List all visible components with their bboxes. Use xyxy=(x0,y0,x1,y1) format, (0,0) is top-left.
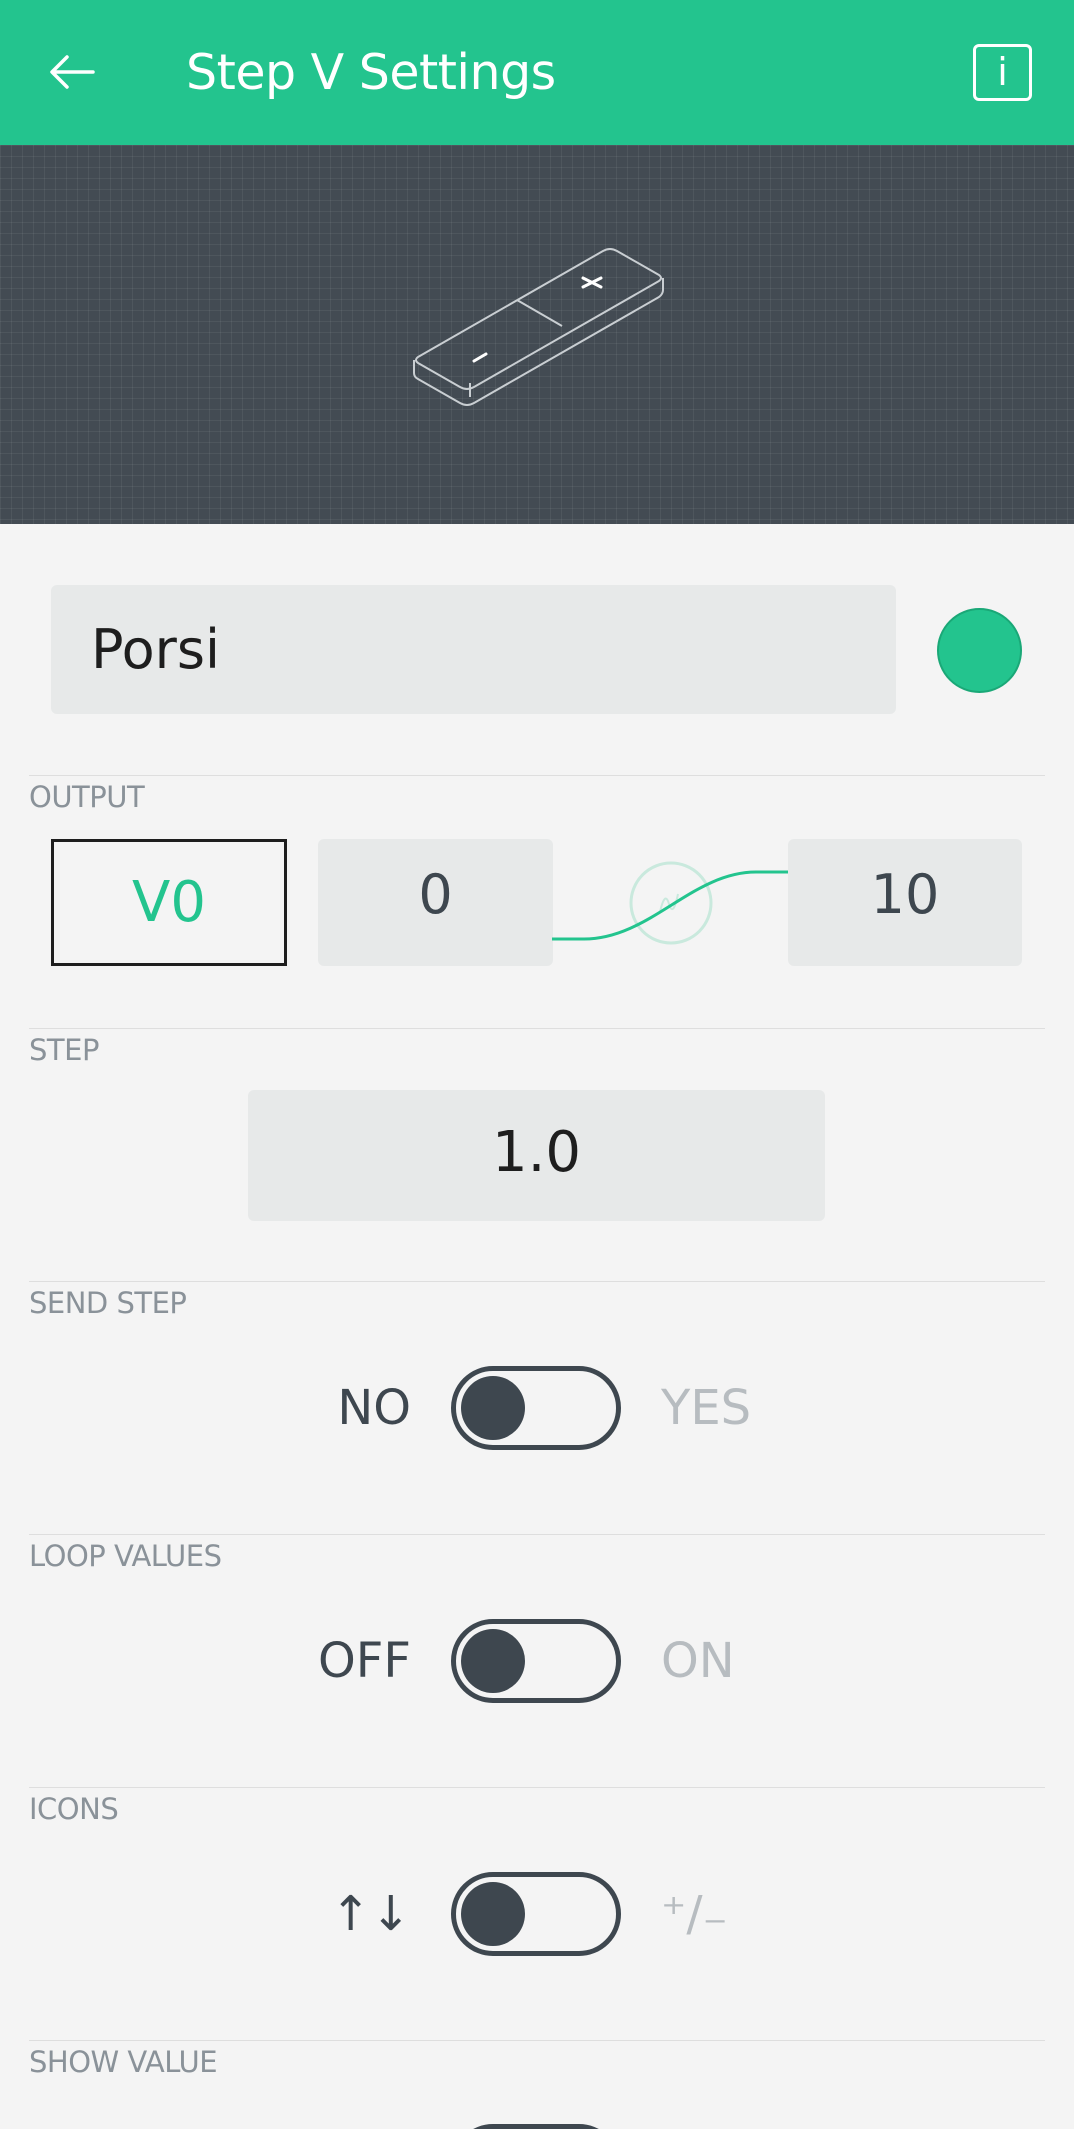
color-picker-button[interactable] xyxy=(937,608,1022,693)
toggle-knob xyxy=(461,1882,525,1946)
icons-plus-minus-label: ⁺/₋ xyxy=(661,1886,728,1942)
page-title: Step V Settings xyxy=(186,44,556,101)
send-step-off-label: NO xyxy=(337,1380,411,1436)
icons-label: ICONS xyxy=(29,1792,119,1826)
mapping-curve-icon xyxy=(552,861,788,945)
send-step-on-label: YES xyxy=(661,1380,752,1436)
pin-selector[interactable]: V0 xyxy=(51,839,287,966)
output-max-input[interactable]: 10 xyxy=(788,839,1022,966)
divider xyxy=(29,1787,1045,1788)
app-header: Step V Settings i xyxy=(0,0,1074,145)
toggle-knob xyxy=(461,1376,525,1440)
loop-values-off-label: OFF xyxy=(318,1633,411,1689)
info-button[interactable]: i xyxy=(973,44,1032,101)
output-label: OUTPUT xyxy=(29,780,145,814)
icons-toggle[interactable] xyxy=(451,1872,621,1956)
step-label: STEP xyxy=(29,1033,99,1067)
widget-name-input[interactable] xyxy=(51,585,896,714)
divider xyxy=(29,1534,1045,1535)
output-min-input[interactable]: 0 xyxy=(318,839,553,966)
send-step-toggle[interactable] xyxy=(451,1366,621,1450)
show-value-label: SHOW VALUE xyxy=(29,2045,218,2079)
loop-values-label: LOOP VALUES xyxy=(29,1539,222,1573)
step-widget-illustration xyxy=(413,248,664,406)
divider xyxy=(29,775,1045,776)
toggle-knob xyxy=(461,1629,525,1693)
loop-values-toggle[interactable] xyxy=(451,1619,621,1703)
divider xyxy=(29,1281,1045,1282)
send-step-label: SEND STEP xyxy=(29,1286,187,1320)
arrow-left-icon xyxy=(50,55,95,89)
divider xyxy=(29,2040,1045,2041)
widget-preview xyxy=(0,145,1074,524)
loop-values-on-label: ON xyxy=(661,1633,735,1689)
step-input[interactable]: 1.0 xyxy=(248,1090,825,1221)
back-button[interactable] xyxy=(36,36,108,108)
divider xyxy=(29,1028,1045,1029)
icons-arrows-label: ↑↓ xyxy=(330,1886,411,1942)
show-value-toggle[interactable] xyxy=(451,2124,621,2129)
